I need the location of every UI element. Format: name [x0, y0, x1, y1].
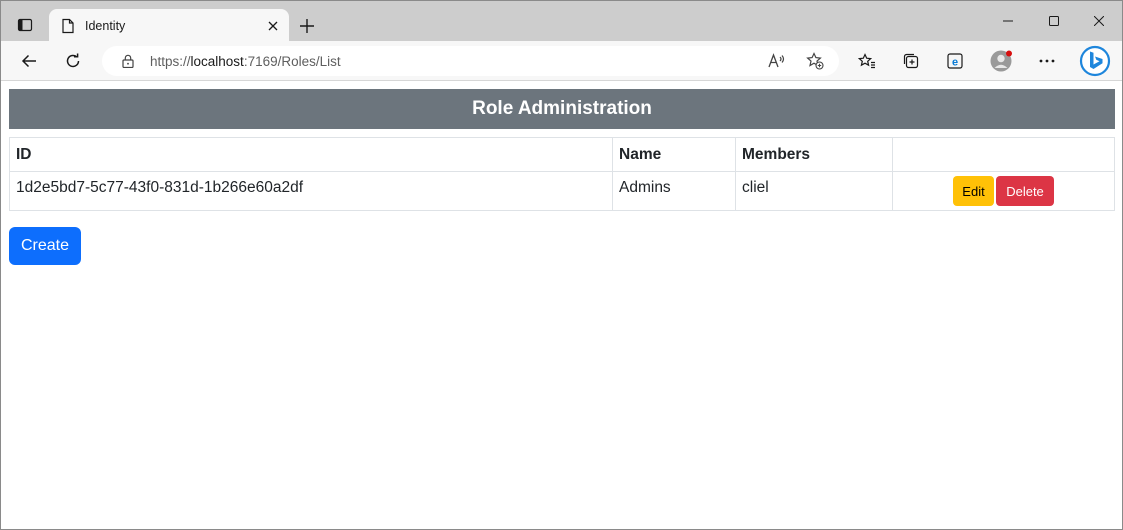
collections-button[interactable]	[895, 45, 927, 77]
bing-button[interactable]	[1077, 45, 1113, 77]
back-button[interactable]	[13, 45, 45, 77]
close-tab-button[interactable]	[261, 14, 285, 38]
plus-icon	[300, 19, 314, 33]
title-bar: Identity	[1, 1, 1122, 42]
read-aloud-icon	[768, 53, 785, 68]
ie-mode-icon: e	[947, 53, 963, 69]
ie-mode-button[interactable]: e	[939, 45, 971, 77]
more-icon	[1039, 59, 1055, 63]
url-text[interactable]: https://localhost:7169/Roles/List	[150, 54, 763, 69]
roles-table: ID Name Members 1d2e5bd7-5c77-43f0-831d-…	[9, 137, 1115, 211]
page-content: Role Administration ID Name Members 1d2e…	[1, 82, 1122, 529]
favorites-icon	[858, 53, 875, 69]
avatar-icon	[990, 50, 1012, 72]
column-header-members: Members	[735, 137, 893, 172]
tab-title: Identity	[85, 18, 126, 33]
table-header-row: ID Name Members	[9, 137, 1115, 172]
role-members-cell: cliel	[735, 171, 893, 211]
minimize-button[interactable]	[985, 1, 1031, 41]
svg-text:e: e	[952, 57, 958, 69]
star-add-icon	[806, 52, 824, 70]
bing-icon	[1079, 45, 1111, 77]
more-button[interactable]	[1031, 45, 1063, 77]
maximize-icon	[1049, 16, 1059, 26]
favorites-button[interactable]	[851, 45, 883, 77]
minimize-icon	[1003, 20, 1013, 22]
close-window-button[interactable]	[1076, 1, 1122, 41]
edit-button[interactable]: Edit	[953, 176, 994, 206]
lock-icon[interactable]	[120, 53, 136, 69]
back-arrow-icon	[21, 54, 36, 68]
url-host: localhost	[190, 53, 244, 69]
refresh-button[interactable]	[57, 45, 89, 77]
new-tab-button[interactable]	[294, 13, 320, 39]
close-icon	[1094, 16, 1104, 26]
close-icon	[268, 21, 278, 30]
column-header-id: ID	[9, 137, 613, 172]
delete-button[interactable]: Delete	[996, 176, 1054, 206]
maximize-button[interactable]	[1031, 1, 1077, 41]
column-header-name: Name	[612, 137, 736, 172]
role-actions-cell: Edit Delete	[892, 171, 1115, 211]
url-prefix: https://	[150, 53, 191, 69]
create-button[interactable]: Create	[9, 227, 81, 265]
tab-actions-icon	[17, 18, 33, 32]
refresh-icon	[66, 53, 80, 68]
table-row: 1d2e5bd7-5c77-43f0-831d-1b266e60a2df Adm…	[9, 171, 1115, 211]
browser-window: Identity https://localhost:7169/Roles/Li…	[0, 0, 1123, 530]
column-header-actions	[892, 137, 1115, 172]
page-icon	[62, 18, 74, 33]
add-favorite-button[interactable]	[801, 47, 829, 75]
role-name-cell: Admins	[612, 171, 736, 211]
read-aloud-button[interactable]	[763, 47, 791, 75]
address-bar[interactable]: https://localhost:7169/Roles/List	[102, 46, 839, 76]
profile-button[interactable]	[985, 45, 1017, 77]
page-title: Role Administration	[9, 89, 1115, 129]
browser-tab[interactable]: Identity	[49, 9, 289, 42]
browser-toolbar: https://localhost:7169/Roles/List e	[1, 41, 1122, 81]
url-path: :7169/Roles/List	[243, 53, 341, 69]
collections-icon	[903, 53, 919, 69]
role-id-cell: 1d2e5bd7-5c77-43f0-831d-1b266e60a2df	[9, 171, 613, 211]
tab-actions-button[interactable]	[9, 9, 41, 41]
